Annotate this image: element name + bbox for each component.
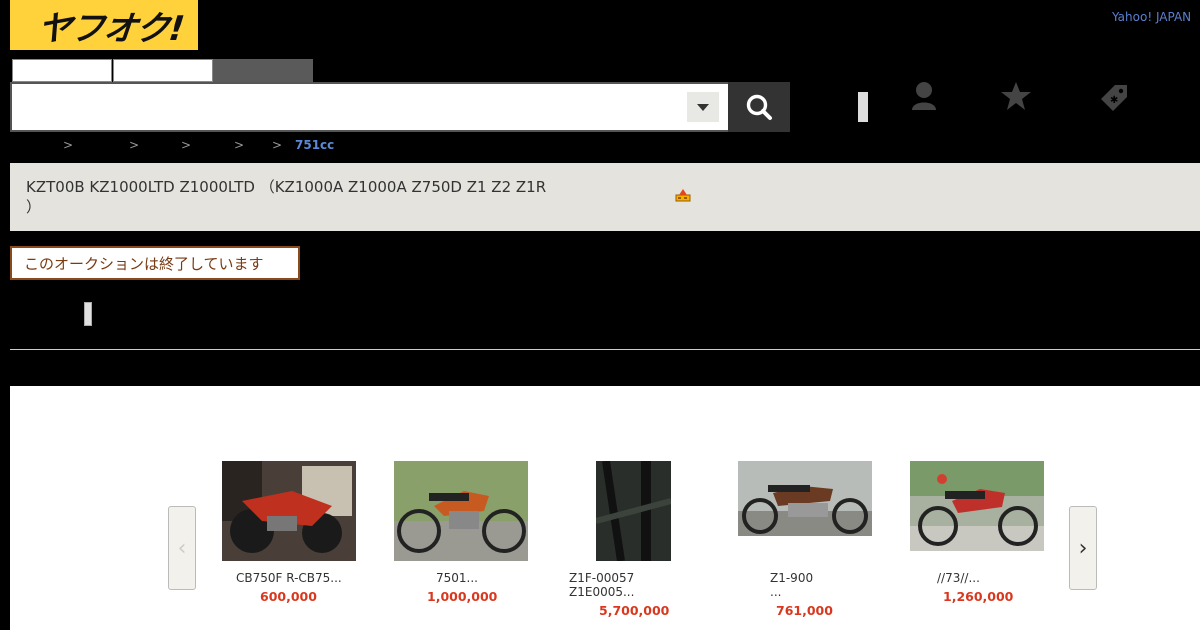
chevron-left-icon: ‹	[177, 535, 187, 561]
recommended-item-price: 1,260,000	[943, 589, 1014, 604]
watchlist-button[interactable]	[998, 78, 1034, 114]
yahoo-japan-link[interactable]: Yahoo! JAPAN	[1112, 10, 1200, 24]
chevron-right-icon: ›	[1078, 535, 1088, 561]
recommended-item-price: 5,700,000	[599, 603, 670, 618]
recommended-item-image[interactable]	[394, 461, 528, 561]
star-icon	[1001, 82, 1031, 110]
recommended-item-title-line-1: Z1F-00057	[569, 571, 635, 585]
tag-icon: ✱	[1101, 85, 1127, 111]
recommended-item-image[interactable]	[910, 461, 1044, 551]
auction-ended-notice: このオークションは終了しています	[10, 246, 300, 280]
nav-separator	[858, 92, 868, 122]
my-auction-button[interactable]	[906, 78, 942, 114]
recommended-item-title[interactable]: Z1F-00057 Z1E0005...	[569, 571, 634, 599]
recommended-item-image[interactable]	[596, 461, 671, 561]
recommended-item-price: 761,000	[776, 603, 833, 618]
breadcrumb-current[interactable]: 751cc	[295, 138, 334, 152]
carousel-prev-button[interactable]: ‹	[168, 506, 196, 590]
carousel-next-button[interactable]: ›	[1069, 506, 1097, 590]
recommended-item-title-line-2: Z1E0005...	[569, 585, 635, 599]
breadcrumb-separator: >	[63, 138, 74, 152]
item-title-line-1: KZT00B KZ1000LTD Z1000LTD （KZ1000A Z1000…	[26, 178, 547, 196]
recommended-item-image[interactable]	[738, 461, 872, 536]
search-tab-2[interactable]	[113, 59, 213, 82]
recommended-item-title-line-2: ...	[770, 585, 782, 599]
item-title-line-2: ）	[26, 198, 42, 216]
category-dropdown[interactable]	[687, 92, 719, 122]
search-icon	[746, 94, 772, 120]
search-input[interactable]	[16, 88, 688, 128]
recommended-item-title[interactable]: //73//...	[937, 571, 980, 585]
recommended-item-title[interactable]: 7501...	[436, 571, 478, 585]
divider	[10, 349, 1200, 350]
breadcrumb-separator: >	[272, 138, 283, 152]
recommended-item-price: 600,000	[260, 589, 317, 604]
recommended-item-price: 1,000,000	[427, 589, 498, 604]
item-title: KZT00B KZ1000LTD Z1000LTD （KZ1000A Z1000…	[26, 177, 606, 217]
svg-text:✱: ✱	[1110, 95, 1118, 106]
item-title-bar: KZT00B KZ1000LTD Z1000LTD （KZ1000A Z1000…	[10, 163, 1200, 231]
yahuoku-logo[interactable]: ヤフオク!	[10, 0, 198, 50]
breadcrumb-separator: >	[129, 138, 140, 152]
search-bar	[10, 82, 790, 132]
recommended-item-title-line-1: Z1-900	[770, 571, 814, 585]
image-placeholder	[84, 302, 92, 326]
coupon-button[interactable]: ✱	[1096, 78, 1132, 114]
logo-text: ヤフオク!	[35, 8, 186, 49]
recommended-item-image[interactable]	[222, 461, 356, 561]
search-tab-3[interactable]	[213, 59, 313, 82]
user-icon	[912, 82, 936, 110]
breadcrumb-separator: >	[181, 138, 192, 152]
hot-item-icon	[674, 187, 692, 203]
recommended-item-title[interactable]: CB750F R-CB75...	[236, 571, 342, 585]
search-tab-1[interactable]	[12, 59, 112, 82]
recommended-item-title[interactable]: Z1-900 ...	[770, 571, 813, 599]
recommendations-panel: ‹ › CB750F R-CB75... 600,000 7501... 1,0…	[10, 386, 1200, 630]
search-button[interactable]	[728, 82, 790, 132]
breadcrumb-separator: >	[234, 138, 245, 152]
